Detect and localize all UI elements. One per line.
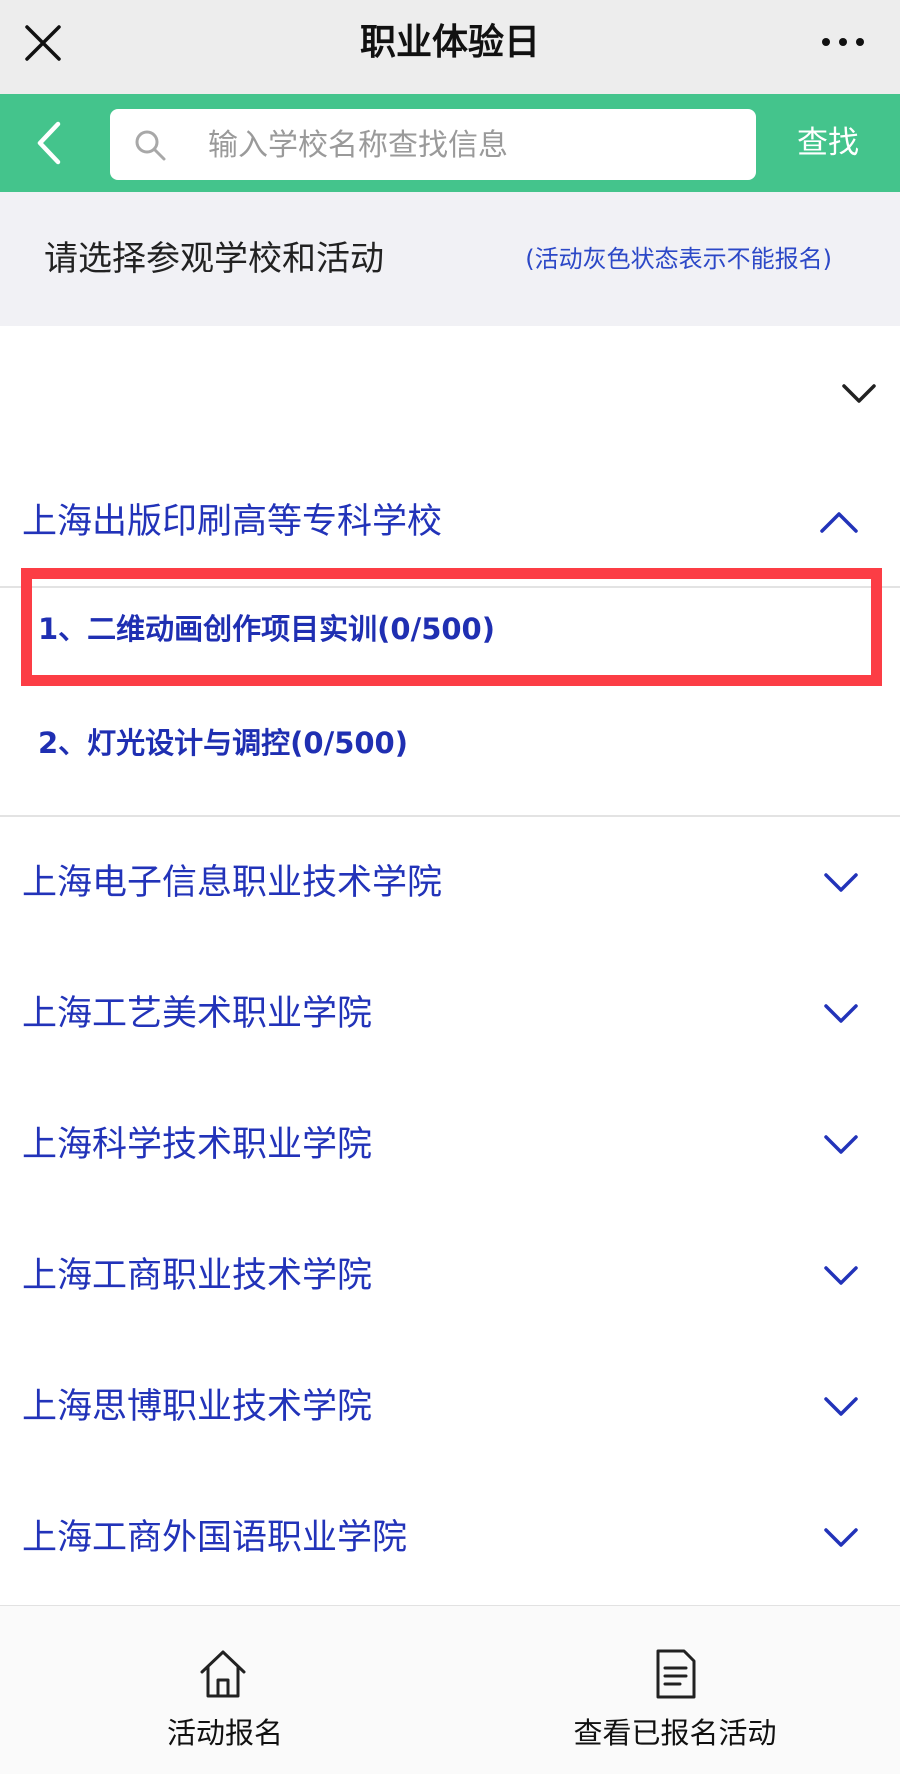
home-icon — [200, 1650, 246, 1698]
school-name: 上海电子信息职业技术学院 — [22, 863, 443, 903]
chevron-down-icon[interactable] — [824, 1135, 858, 1155]
chevron-down-icon[interactable] — [824, 1004, 858, 1024]
activity-item[interactable]: 2、灯光设计与调控(0/500) — [38, 711, 408, 775]
school-item[interactable]: 上海思博职业技术学院 — [0, 1367, 900, 1447]
divider — [0, 815, 900, 817]
chevron-left-icon[interactable] — [28, 118, 68, 168]
title-bar: 职业体验日 — [0, 0, 900, 94]
school-name: 上海工商职业技术学院 — [22, 1256, 373, 1296]
selection-hint: 请选择参观学校和活动 (活动灰色状态表示不能报名) — [0, 192, 900, 326]
hint-note: (活动灰色状态表示不能报名) — [525, 245, 832, 273]
search-icon — [135, 130, 166, 161]
school-item[interactable]: 上海工商职业技术学院 — [0, 1236, 900, 1316]
school-name: 上海思博职业技术学院 — [22, 1387, 373, 1427]
document-icon — [656, 1649, 696, 1699]
tab-label: 查看已报名活动 — [573, 1716, 777, 1750]
hint-title: 请选择参观学校和活动 — [44, 239, 384, 279]
search-button[interactable]: 查找 — [756, 94, 900, 192]
school-item[interactable]: 上海工商外国语职业学院 — [0, 1498, 900, 1578]
chevron-down-icon[interactable] — [824, 1397, 858, 1417]
tab-label: 活动报名 — [166, 1716, 283, 1750]
school-name: 上海工艺美术职业学院 — [22, 994, 373, 1034]
tab-activity-signup[interactable]: 活动报名 — [0, 1606, 450, 1774]
school-item[interactable]: 上海电子信息职业技术学院 — [0, 843, 900, 923]
search-box — [110, 109, 756, 182]
chevron-down-icon[interactable] — [842, 384, 876, 404]
chevron-down-icon[interactable] — [824, 873, 858, 893]
school-name: 上海工商外国语职业学院 — [22, 1518, 408, 1558]
school-item[interactable]: 上海出版印刷高等专科学校 — [0, 482, 900, 562]
window-title: 职业体验日 — [359, 22, 540, 63]
school-name: 上海出版印刷高等专科学校 — [22, 502, 443, 542]
more-horizontal-icon[interactable] — [820, 24, 866, 60]
chevron-up-icon[interactable] — [820, 511, 858, 533]
tab-my-activities[interactable]: 查看已报名活动 — [450, 1606, 900, 1774]
search-bar: 查找 — [0, 94, 900, 192]
school-item[interactable]: 上海工艺美术职业学院 — [0, 974, 900, 1054]
activity-item[interactable]: 1、二维动画创作项目实训(0/500) — [38, 597, 495, 661]
chevron-down-icon[interactable] — [824, 1266, 858, 1286]
search-input[interactable] — [206, 109, 740, 182]
chevron-down-icon[interactable] — [824, 1528, 858, 1548]
school-name: 上海科学技术职业学院 — [22, 1125, 373, 1165]
bottom-tab-bar: 活动报名 查看已报名活动 — [0, 1605, 900, 1774]
school-item[interactable]: 上海科学技术职业学院 — [0, 1105, 900, 1185]
